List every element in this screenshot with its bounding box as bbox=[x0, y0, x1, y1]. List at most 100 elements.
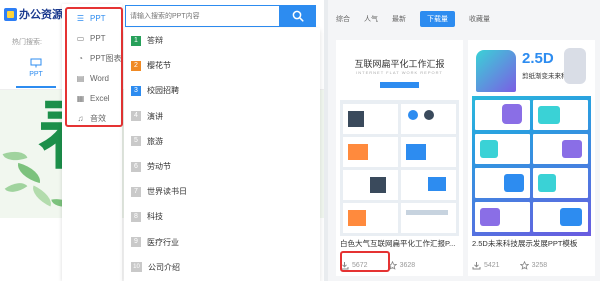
template-meta: 5421 3258 bbox=[472, 258, 594, 272]
template-thumbnail[interactable]: 2.5D 剪纸渐变未来科技 bbox=[472, 44, 591, 236]
slide-graphic bbox=[538, 174, 556, 192]
type-item-label: Word bbox=[90, 73, 109, 83]
download-icon bbox=[472, 261, 481, 269]
suggestion-label: 世界读书日 bbox=[147, 187, 187, 197]
type-item-label: 音效 bbox=[90, 113, 106, 123]
suggestion-label: 演讲 bbox=[147, 111, 163, 121]
download-count-value: 5672 bbox=[352, 261, 368, 269]
star-icon bbox=[387, 260, 397, 270]
left-panel: 办公资源 热门搜索: PPT 春 意 ☰ bbox=[0, 0, 330, 281]
slide-graphic bbox=[348, 111, 364, 127]
type-item-word[interactable]: ▤ Word bbox=[62, 68, 122, 88]
suggestion-item[interactable]: 8 科技 bbox=[124, 204, 320, 229]
rank-badge: 6 bbox=[131, 161, 141, 172]
slide-graphic bbox=[560, 208, 582, 226]
sort-tab-popular[interactable]: 人气 bbox=[364, 11, 378, 27]
search-suggestions: 1 答辩 2 樱花节 3 校园招聘 4 演讲 5 旅游 6 劳动节 7 世界读书… bbox=[124, 28, 320, 281]
template-title[interactable]: 2.5D未来科技展示发展PPT模板 bbox=[472, 238, 594, 249]
suggestion-item[interactable]: 4 演讲 bbox=[124, 104, 320, 129]
template-meta: 5672 3628 bbox=[340, 258, 462, 272]
sort-tab-all[interactable]: 综合 bbox=[336, 11, 350, 27]
suggestion-item[interactable]: 9 医疗行业 bbox=[124, 230, 320, 255]
favorite-count[interactable]: 3628 bbox=[387, 260, 415, 270]
suggestion-item[interactable]: 5 旅游 bbox=[124, 129, 320, 154]
template-card[interactable]: 2.5D 剪纸渐变未来科技 2.5D未来科技展示发展PPT模板 5421 325… bbox=[468, 40, 595, 276]
star-icon bbox=[519, 260, 529, 270]
rank-badge: 5 bbox=[131, 136, 141, 147]
site-logo[interactable]: 办公资源 bbox=[4, 6, 63, 22]
suggestion-item[interactable]: 2 樱花节 bbox=[124, 53, 320, 78]
suggestion-label: 答辩 bbox=[147, 36, 163, 46]
suggestion-label: 公司介绍 bbox=[148, 262, 180, 272]
template-title[interactable]: 白色大气互联网扁平化工作汇报P... bbox=[340, 238, 462, 249]
type-item-ppt-template[interactable]: ▭ PPT bbox=[62, 28, 122, 48]
suggestion-label: 科技 bbox=[147, 212, 163, 222]
thumbnail-bar bbox=[380, 82, 419, 88]
rank-badge: 4 bbox=[131, 111, 141, 122]
word-icon: ▤ bbox=[76, 73, 85, 83]
logo-icon bbox=[4, 7, 17, 21]
slide-graphic bbox=[406, 210, 448, 215]
slide-graphic bbox=[504, 174, 524, 192]
thumbnail-cover: 2.5D 剪纸渐变未来科技 bbox=[472, 44, 591, 96]
type-item-label: PPT bbox=[90, 13, 106, 23]
slide-graphic bbox=[428, 177, 446, 191]
rank-badge: 3 bbox=[131, 85, 141, 96]
list-icon: ☰ bbox=[76, 13, 85, 23]
pie-chart-icon: ◔ bbox=[78, 53, 83, 63]
search-icon bbox=[292, 10, 304, 22]
category-tab-ppt[interactable]: PPT bbox=[16, 56, 56, 88]
suggestion-item[interactable]: 10 公司介绍 bbox=[124, 255, 320, 280]
download-count[interactable]: 5672 bbox=[340, 261, 368, 270]
sort-tab-newest[interactable]: 最新 bbox=[392, 11, 406, 27]
slide-graphic bbox=[406, 144, 426, 160]
type-item-label: PPT图表 bbox=[90, 53, 122, 63]
sort-tab-favorites[interactable]: 收藏量 bbox=[469, 11, 490, 27]
thumbnail-cover: 互联网扁平化工作汇报 INTERNET FLAT WORK REPORT bbox=[340, 44, 459, 100]
leaf-decoration bbox=[2, 146, 28, 166]
suggestion-item[interactable]: 6 劳动节 bbox=[124, 154, 320, 179]
type-item-label: PPT bbox=[90, 33, 106, 43]
thumbnail-title: 互联网扁平化工作汇报 bbox=[354, 59, 445, 69]
leaf-decoration bbox=[28, 185, 56, 207]
suggestion-label: 劳动节 bbox=[147, 162, 171, 172]
favorite-count-value: 3258 bbox=[531, 261, 548, 269]
logo-text: 办公资源 bbox=[19, 9, 63, 21]
favorite-count[interactable]: 3258 bbox=[519, 260, 548, 270]
slide-graphic bbox=[562, 140, 582, 158]
type-item-ppt[interactable]: ☰ PPT bbox=[62, 8, 122, 28]
slide-graphic bbox=[348, 210, 366, 226]
type-item-audio[interactable]: ♫ 音效 bbox=[62, 108, 122, 128]
search-input[interactable] bbox=[126, 6, 279, 26]
suggestion-label: 樱花节 bbox=[147, 61, 171, 71]
suggestion-label: 校园招聘 bbox=[147, 86, 179, 96]
template-card[interactable]: 互联网扁平化工作汇报 INTERNET FLAT WORK REPORT 白色大… bbox=[336, 40, 463, 276]
slide-graphic bbox=[538, 106, 560, 124]
sort-tab-downloads[interactable]: 下载量 bbox=[420, 11, 455, 27]
slide-graphic bbox=[370, 177, 386, 193]
excel-icon: ▦ bbox=[76, 93, 85, 103]
type-item-excel[interactable]: ▦ Excel bbox=[62, 88, 122, 108]
slide-graphic bbox=[480, 208, 500, 226]
rank-badge: 7 bbox=[131, 186, 141, 197]
suggestion-item[interactable]: 3 校园招聘 bbox=[124, 78, 320, 103]
type-dropdown-menu: ☰ PPT ▭ PPT ◔ PPT图表 ▤ Word ▦ Excel ♫ 音效 bbox=[62, 4, 122, 281]
slide-graphic bbox=[502, 104, 522, 124]
search-box bbox=[125, 5, 279, 27]
suggestion-item[interactable]: 7 世界读书日 bbox=[124, 179, 320, 204]
category-tab-label: PPT bbox=[29, 71, 43, 78]
rank-badge: 1 bbox=[131, 35, 141, 46]
template-thumbnail[interactable]: 互联网扁平化工作汇报 INTERNET FLAT WORK REPORT bbox=[340, 44, 459, 236]
slide-preview bbox=[401, 203, 456, 233]
document-icon: ▭ bbox=[76, 33, 85, 43]
rank-badge: 10 bbox=[131, 262, 142, 273]
suggestion-item[interactable]: 1 答辩 bbox=[124, 28, 320, 53]
music-note-icon: ♫ bbox=[77, 113, 84, 123]
rank-badge: 9 bbox=[131, 237, 141, 248]
search-button[interactable] bbox=[279, 5, 316, 27]
leaf-decoration bbox=[4, 177, 28, 198]
type-item-ppt-chart[interactable]: ◔ PPT图表 bbox=[62, 48, 122, 68]
download-count[interactable]: 5421 bbox=[472, 261, 500, 270]
type-item-label: Excel bbox=[90, 93, 110, 103]
slide-graphic bbox=[348, 144, 368, 160]
